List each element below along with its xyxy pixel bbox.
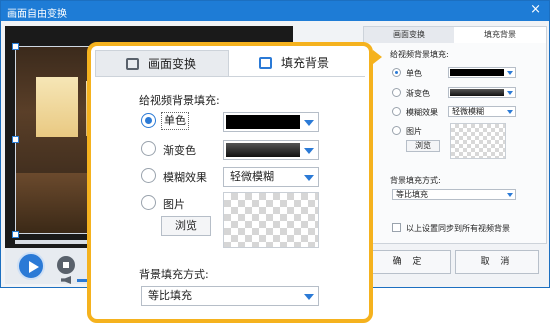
callout-arrow (373, 50, 382, 64)
zoom-tab-transform[interactable]: 画面变换 (95, 50, 229, 76)
chevron-down-icon (507, 193, 513, 197)
label-solid: 单色 (161, 112, 189, 130)
color-swatch (226, 115, 300, 129)
mode-value: 等比填充 (396, 190, 428, 199)
resize-handle-bottom-left[interactable] (12, 231, 19, 238)
ok-button[interactable]: 确 定 (367, 250, 451, 274)
stage: 画面自由变换 × 画面变换 填充背景 给视频背景填充: 单色 渐变色 模糊效果 … (0, 0, 550, 324)
tab-divider (95, 76, 365, 77)
radio-blur[interactable] (392, 107, 401, 116)
zoom-tab-strip: 画面变换 填充背景 (91, 46, 369, 76)
zoomed-fill-panel: 画面变换 填充背景 给视频背景填充: 单色 渐变色 模糊效果 轻微模糊 图片 浏… (87, 42, 373, 323)
cancel-button[interactable]: 取 消 (455, 250, 539, 274)
browse-button[interactable]: 浏览 (161, 216, 211, 236)
mode-label: 背景填充方式: (139, 268, 209, 281)
mode-select[interactable]: 等比填充 (392, 189, 516, 200)
tab-strip: 画面变换 填充背景 (364, 27, 546, 43)
blur-value: 轻微模糊 (452, 107, 484, 116)
solid-color-picker[interactable] (223, 112, 319, 132)
radio-solid[interactable] (392, 68, 401, 77)
chevron-down-icon (304, 175, 314, 181)
radio-solid[interactable] (141, 113, 156, 128)
radio-blur[interactable] (141, 168, 156, 183)
chevron-down-icon (304, 120, 314, 126)
blur-value: 轻微模糊 (230, 170, 274, 183)
resize-handle-left[interactable] (12, 136, 19, 143)
mode-value: 等比填充 (148, 289, 192, 302)
radio-gradient[interactable] (141, 141, 156, 156)
tab-label: 画面变换 (393, 30, 425, 39)
tab-transform[interactable]: 画面变换 (364, 27, 454, 43)
tab-label: 画面变换 (148, 57, 197, 71)
resize-handle-top-left[interactable] (12, 43, 19, 50)
chevron-down-icon (507, 110, 513, 114)
settings-panel: 画面变换 填充背景 给视频背景填充: 单色 渐变色 模糊效果 轻微模糊 图片 浏… (363, 26, 547, 244)
gradient-picker[interactable] (448, 87, 516, 98)
transform-icon (126, 58, 139, 70)
chevron-down-icon (304, 148, 314, 154)
label-gradient: 渐变色 (163, 144, 196, 157)
label-image: 图片 (406, 127, 422, 136)
solid-color-picker[interactable] (448, 67, 516, 78)
blur-select[interactable]: 轻微模糊 (448, 106, 516, 117)
zoom-tab-fill-background[interactable]: 填充背景 (229, 50, 365, 76)
chevron-down-icon (304, 294, 314, 300)
gradient-picker[interactable] (223, 140, 319, 160)
tab-fill-background[interactable]: 填充背景 (454, 27, 546, 43)
radio-image[interactable] (141, 195, 156, 210)
label-blur: 模糊效果 (163, 171, 207, 184)
label-solid: 单色 (406, 69, 422, 78)
image-preview (450, 123, 506, 159)
label-gradient: 渐变色 (406, 89, 430, 98)
color-swatch (450, 69, 504, 76)
fill-heading: 给视频背景填充: (390, 50, 449, 59)
tab-label: 填充背景 (281, 56, 330, 70)
tab-label: 填充背景 (484, 30, 516, 39)
label-image: 图片 (163, 198, 185, 211)
gradient-swatch (226, 143, 300, 157)
browse-button[interactable]: 浏览 (406, 140, 440, 152)
sync-label: 以上设置同步到所有视频背景 (406, 224, 510, 233)
sync-checkbox[interactable] (392, 223, 401, 232)
close-icon[interactable]: × (530, 3, 541, 17)
play-button[interactable] (17, 252, 45, 280)
mode-label: 背景填充方式: (390, 176, 441, 185)
volume-icon[interactable] (61, 276, 71, 284)
video-window-light (36, 77, 78, 137)
fill-background-icon (259, 57, 272, 69)
stop-button[interactable] (57, 256, 75, 274)
radio-gradient[interactable] (392, 88, 401, 97)
radio-image[interactable] (392, 126, 401, 135)
chevron-down-icon (507, 71, 513, 75)
blur-select[interactable]: 轻微模糊 (223, 167, 319, 187)
image-preview (223, 192, 319, 248)
mode-select[interactable]: 等比填充 (141, 286, 319, 306)
window-title: 画面自由变换 (7, 9, 67, 20)
label-blur: 模糊效果 (406, 108, 438, 117)
title-bar: 画面自由变换 × (1, 1, 549, 21)
fill-heading: 给视频背景填充: (139, 94, 220, 107)
gradient-swatch (450, 89, 504, 96)
chevron-down-icon (507, 91, 513, 95)
